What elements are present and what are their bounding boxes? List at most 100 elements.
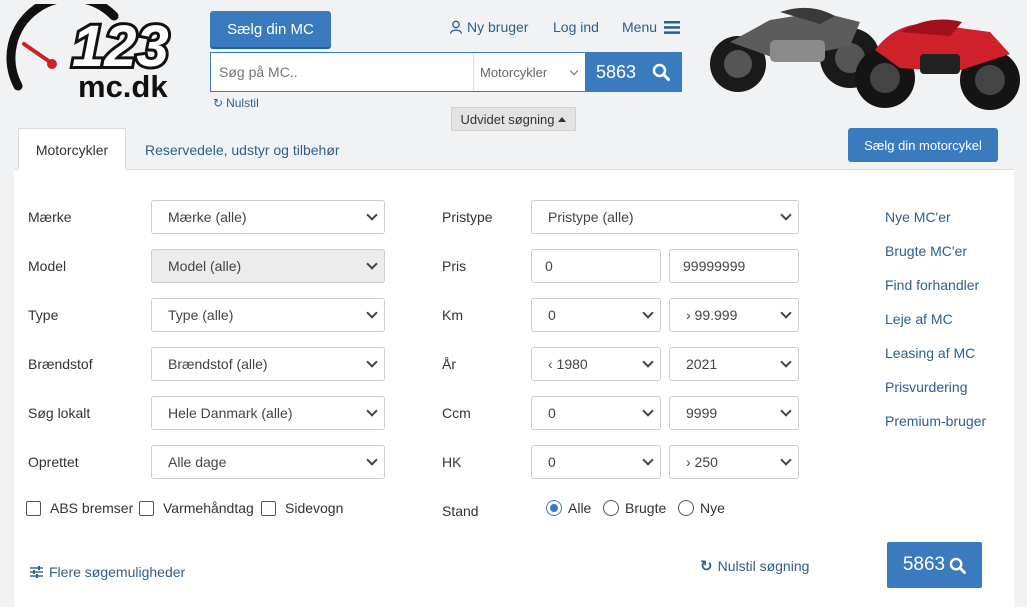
tab-parts-equipment[interactable]: Reservedele, udstyr og tilbehør	[145, 142, 340, 158]
local-search-label: Søg lokalt	[28, 405, 91, 421]
brand-label: Mærke	[28, 209, 72, 225]
radio-circle[interactable]	[546, 500, 562, 516]
condition-new-label: Nye	[700, 500, 725, 516]
year-max-select[interactable]: 2021	[669, 347, 799, 381]
site-logo[interactable]: 123 mc.dk	[4, 4, 200, 104]
price-min-input[interactable]: 0	[531, 249, 661, 283]
chevron-down-icon	[780, 307, 792, 319]
hk-min-select[interactable]: 0	[531, 445, 661, 479]
refresh-icon: ↻	[700, 558, 713, 575]
new-user-link[interactable]: Ny bruger	[449, 19, 528, 35]
advanced-search-label: Udvidet søgning	[460, 111, 555, 127]
menu-button[interactable]: Menu	[622, 19, 681, 35]
sidecar-checkbox[interactable]: Sidevogn	[261, 500, 343, 516]
radio-circle[interactable]	[603, 500, 619, 516]
local-search-value: Hele Danmark (alle)	[168, 405, 293, 421]
sidebar-link-leasing-mc[interactable]: Leasing af MC	[885, 345, 975, 361]
sell-mc-button[interactable]: Sælg din MC	[210, 11, 331, 47]
checkbox-box[interactable]	[139, 500, 154, 516]
ccm-max-select[interactable]: 9999	[669, 396, 799, 430]
model-label: Model	[28, 258, 67, 274]
sidebar-link-price-valuation[interactable]: Prisvurdering	[885, 379, 967, 395]
hk-max-select[interactable]: › 250	[669, 445, 799, 479]
year-min-select[interactable]: ‹ 1980	[531, 347, 661, 381]
new-user-label: Ny bruger	[467, 19, 529, 35]
price-max-input[interactable]: 99999999	[669, 249, 799, 283]
chevron-down-icon	[642, 307, 654, 319]
show-results-button[interactable]: 5863	[887, 542, 982, 588]
fuel-select[interactable]: Brændstof (alle)	[151, 347, 385, 381]
condition-all-label: Alle	[568, 500, 592, 516]
chevron-down-icon	[780, 405, 792, 417]
price-label: Pris	[442, 258, 467, 274]
reset-search-link[interactable]: ↻ Nulstil søgning	[700, 557, 809, 575]
created-select[interactable]: Alle dage	[151, 445, 385, 479]
checkbox-box[interactable]	[26, 500, 41, 516]
km-label: Km	[442, 307, 463, 323]
km-min-select[interactable]: 0	[531, 298, 661, 332]
year-max-value: 2021	[686, 356, 718, 372]
abs-checkbox[interactable]: ABS bremser	[26, 500, 133, 516]
sidebar-link-new-mc[interactable]: Nye MC'er	[885, 209, 951, 225]
reset-search-label: Nulstil søgning	[717, 558, 810, 574]
search-result-count: 5863	[595, 61, 637, 82]
type-value: Type (alle)	[168, 307, 234, 323]
search-button[interactable]: 5863	[585, 53, 681, 91]
km-max-select[interactable]: › 99.999	[669, 298, 799, 332]
sliders-icon	[30, 566, 43, 578]
condition-radio-used[interactable]: Brugte	[603, 500, 666, 516]
km-max-value: › 99.999	[686, 307, 738, 323]
user-icon	[449, 20, 463, 34]
more-options-label: Flere søgemuligheder	[49, 564, 186, 580]
condition-used-label: Brugte	[625, 500, 667, 516]
sidebar-link-used-mc[interactable]: Brugte MC'er	[885, 243, 967, 259]
reset-link[interactable]: ↻ Nulstil	[213, 96, 259, 110]
tab-motorcycles[interactable]: Motorcykler	[18, 128, 126, 170]
chevron-down-icon	[366, 454, 378, 466]
condition-radio-new[interactable]: Nye	[678, 500, 725, 516]
created-value: Alle dage	[168, 454, 227, 470]
brand-select[interactable]: Mærke (alle)	[151, 200, 385, 234]
radio-circle[interactable]	[678, 500, 694, 516]
model-select[interactable]: Model (alle)	[151, 249, 385, 283]
refresh-icon: ↻	[213, 96, 224, 110]
more-options-link[interactable]: Flere søgemuligheder	[30, 564, 185, 580]
ccm-min-select[interactable]: 0	[531, 396, 661, 430]
checkbox-box[interactable]	[261, 500, 276, 516]
search-input[interactable]	[211, 53, 473, 91]
fuel-label: Brændstof	[28, 356, 93, 372]
sidebar-link-find-dealer[interactable]: Find forhandler	[885, 277, 979, 293]
brand-value: Mærke (alle)	[168, 209, 247, 225]
type-select[interactable]: Type (alle)	[151, 298, 385, 332]
login-link[interactable]: Log ind	[553, 19, 599, 35]
condition-label: Stand	[442, 503, 479, 519]
chevron-down-icon	[780, 454, 792, 466]
chevron-down-icon	[366, 405, 378, 417]
motorcycles-image	[710, 7, 1020, 110]
search-bar: Motorcykler 5863	[210, 52, 682, 92]
chevron-down-icon	[642, 405, 654, 417]
search-icon	[652, 63, 671, 81]
heated-grips-checkbox[interactable]: Varmehåndtag	[139, 500, 254, 516]
sidebar-link-premium-user[interactable]: Premium-bruger	[885, 413, 986, 429]
year-min-value: ‹ 1980	[548, 356, 588, 372]
hk-label: HK	[442, 454, 462, 470]
created-label: Oprettet	[28, 454, 79, 470]
abs-label: ABS bremser	[50, 500, 134, 516]
reset-label: Nulstil	[226, 96, 259, 110]
hk-max-value: › 250	[686, 454, 718, 470]
type-label: Type	[28, 307, 59, 323]
price-type-label: Pristype	[442, 209, 493, 225]
search-icon	[949, 557, 967, 574]
sidecar-label: Sidevogn	[285, 500, 344, 516]
price-type-select[interactable]: Pristype (alle)	[531, 200, 799, 234]
hk-min-value: 0	[548, 454, 556, 470]
sell-motorcycle-button[interactable]: Sælg din motorcykel	[848, 128, 998, 162]
condition-radio-all[interactable]: Alle	[546, 500, 591, 516]
sidebar-link-rent-mc[interactable]: Leje af MC	[885, 311, 953, 327]
local-search-select[interactable]: Hele Danmark (alle)	[151, 396, 385, 430]
category-select[interactable]: Motorcykler	[473, 53, 585, 91]
advanced-search-button[interactable]: Udvidet søgning	[451, 107, 576, 131]
heated-grips-label: Varmehåndtag	[163, 500, 254, 516]
svg-text:mc.dk: mc.dk	[78, 69, 168, 104]
